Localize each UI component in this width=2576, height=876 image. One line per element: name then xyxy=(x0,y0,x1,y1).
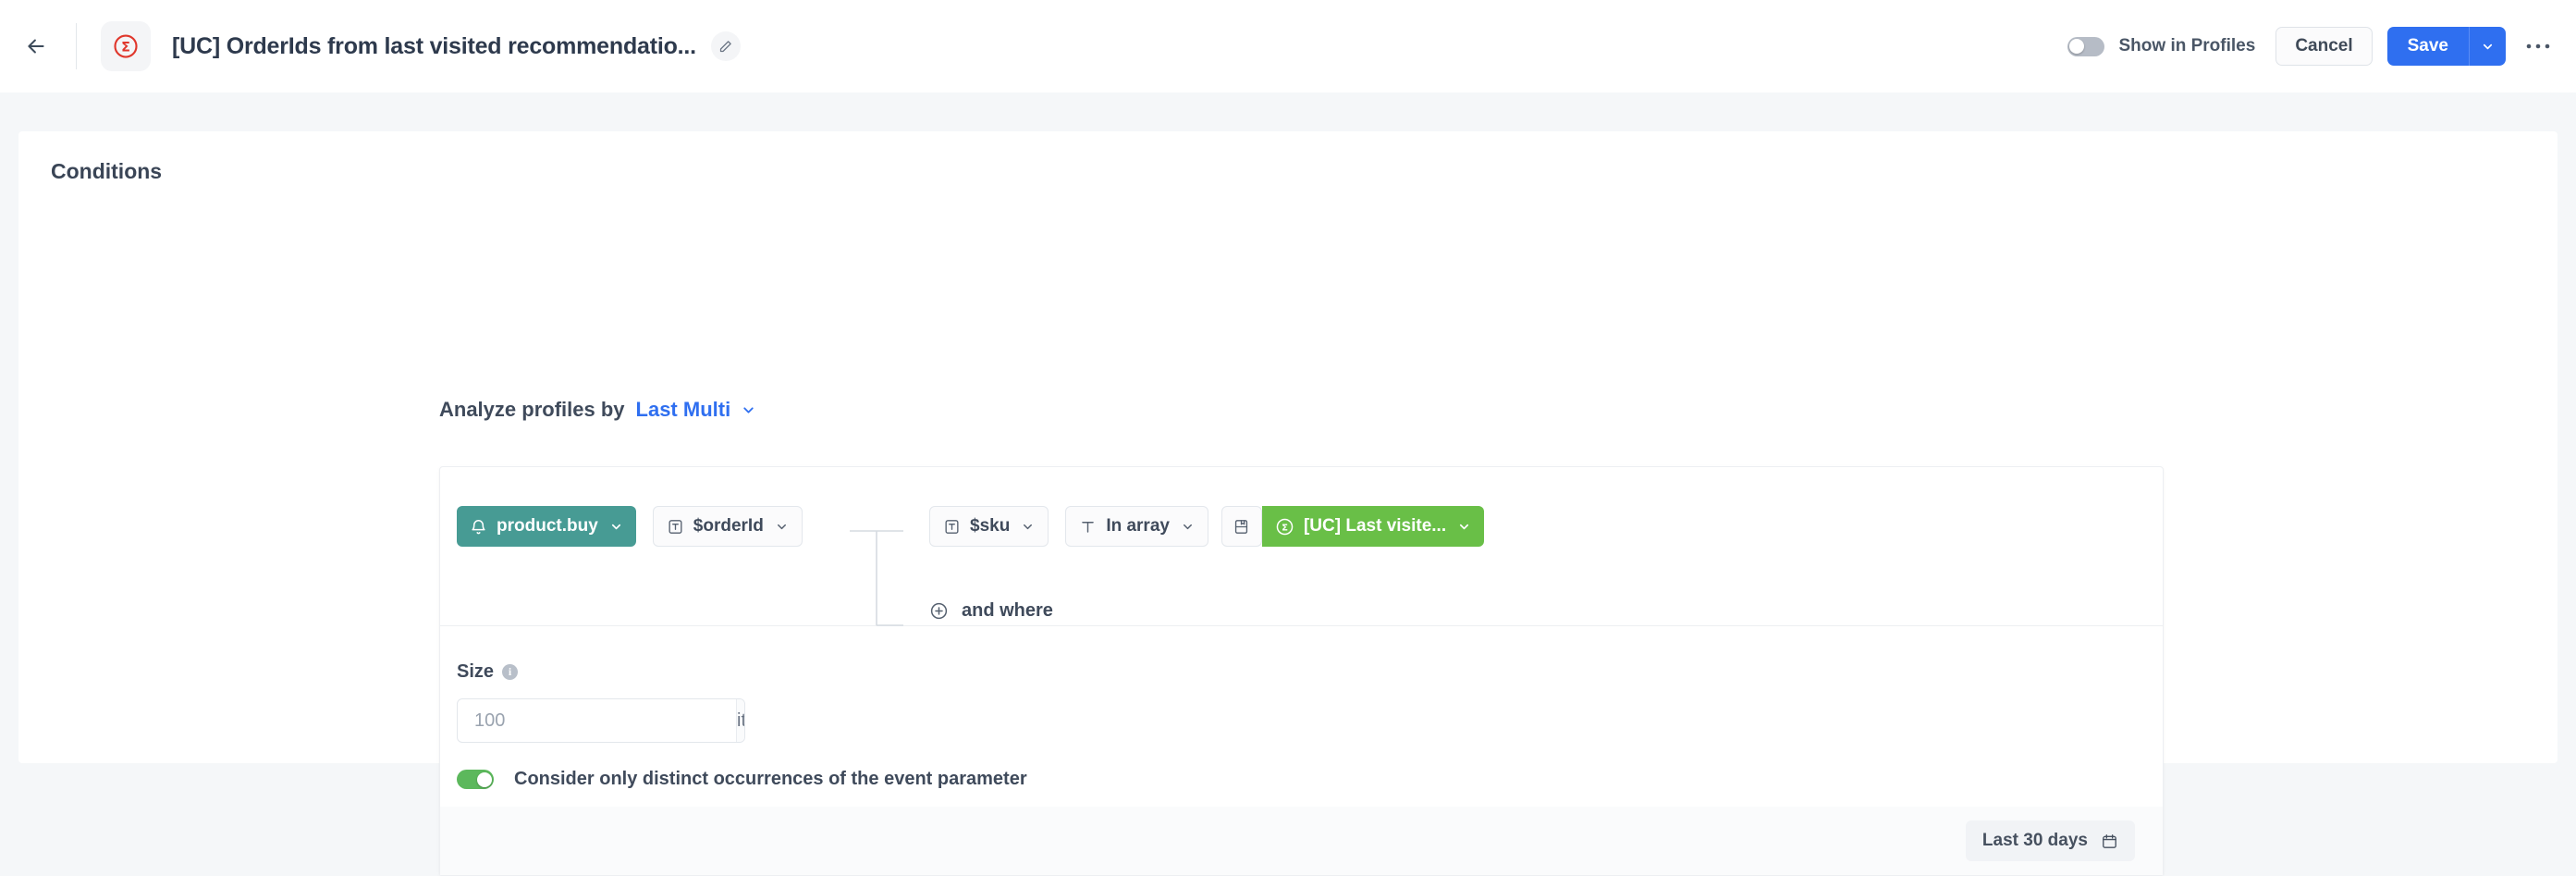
chevron-down-icon xyxy=(775,520,789,534)
info-icon[interactable]: i xyxy=(502,664,518,680)
event-condition-group: product.buy $orderId xyxy=(457,506,803,547)
condition-builder-panel: product.buy $orderId xyxy=(439,466,2164,876)
operator-chip[interactable]: In array xyxy=(1065,506,1208,547)
size-label-row: Size i xyxy=(457,661,2163,683)
property-chip[interactable]: $orderId xyxy=(653,506,803,547)
show-in-profiles-toggle[interactable] xyxy=(2067,37,2104,56)
ellipsis-icon xyxy=(2526,43,2550,50)
analyze-profiles-label: Analyze profiles by xyxy=(439,398,625,422)
event-chip-label: product.buy xyxy=(497,516,598,537)
cancel-button[interactable]: Cancel xyxy=(2275,27,2372,66)
arrow-left-icon xyxy=(24,34,48,58)
save-button[interactable]: Save xyxy=(2387,27,2469,66)
chevron-down-icon xyxy=(609,520,623,534)
size-unit-label: items xyxy=(736,699,745,742)
save-button-group: Save xyxy=(2387,27,2506,66)
text-type-icon xyxy=(667,518,684,536)
svg-text:Σ: Σ xyxy=(1282,523,1288,533)
filter-property-chip-label: $sku xyxy=(970,516,1010,537)
chevron-down-icon xyxy=(1181,520,1195,534)
value-chip-label: [UC] Last visite... xyxy=(1304,516,1446,537)
event-chip[interactable]: product.buy xyxy=(457,506,636,547)
text-type-icon xyxy=(943,518,961,536)
distinct-occurrences-row: Consider only distinct occurrences of th… xyxy=(457,769,2163,790)
filter-property-chip[interactable]: $sku xyxy=(929,506,1049,547)
operator-chip-label: In array xyxy=(1106,516,1170,537)
entity-type-icon-wrap: Σ xyxy=(101,21,151,71)
distinct-occurrences-label: Consider only distinct occurrences of th… xyxy=(514,769,1027,790)
add-condition-button[interactable]: and where xyxy=(929,600,1053,622)
svg-text:Σ: Σ xyxy=(121,41,130,56)
filter-condition-group: $sku In array xyxy=(929,506,1484,547)
size-label: Size xyxy=(457,661,494,683)
toggle-knob xyxy=(2069,39,2084,54)
value-chip[interactable]: Σ [UC] Last visite... xyxy=(1262,506,1484,547)
condition-bracket-connector xyxy=(850,523,916,634)
pencil-icon xyxy=(718,40,732,54)
book-icon xyxy=(1233,518,1250,536)
panel-footer: Last 30 days xyxy=(440,807,2163,875)
page-title: [UC] OrderIds from last visited recommen… xyxy=(172,33,696,60)
bell-icon xyxy=(470,518,487,536)
distinct-occurrences-toggle[interactable] xyxy=(457,770,494,789)
edit-title-button[interactable] xyxy=(711,31,741,61)
analyze-profiles-select[interactable]: Last Multi xyxy=(636,398,757,422)
condition-row-area: product.buy $orderId xyxy=(440,467,2163,625)
conditions-card: Conditions Analyze profiles by Last Mult… xyxy=(18,131,2558,763)
date-range-label: Last 30 days xyxy=(1982,831,2088,851)
header-actions: Show in Profiles Cancel Save xyxy=(2067,27,2576,66)
size-input[interactable] xyxy=(458,699,736,742)
chevron-down-icon xyxy=(741,402,756,418)
chevron-down-icon xyxy=(1021,520,1035,534)
show-in-profiles-label: Show in Profiles xyxy=(2119,36,2256,56)
sigma-circle-icon: Σ xyxy=(1275,517,1294,537)
date-range-button[interactable]: Last 30 days xyxy=(1966,820,2135,861)
property-chip-label: $orderId xyxy=(693,516,764,537)
value-source-button[interactable] xyxy=(1221,506,1262,547)
toggle-knob xyxy=(477,772,492,787)
text-type-icon xyxy=(1079,518,1097,536)
calendar-icon xyxy=(2101,833,2118,850)
chevron-down-icon xyxy=(2481,40,2495,54)
size-section: Size i items Consider only distinct occu… xyxy=(440,626,2163,790)
analyze-profiles-row: Analyze profiles by Last Multi xyxy=(439,398,756,422)
header-divider xyxy=(76,23,77,69)
add-condition-label: and where xyxy=(962,600,1053,622)
back-button[interactable] xyxy=(20,31,52,62)
analyze-profiles-value: Last Multi xyxy=(636,398,731,422)
more-options-button[interactable] xyxy=(2524,32,2552,60)
save-options-button[interactable] xyxy=(2469,27,2506,66)
chevron-down-icon xyxy=(1457,520,1471,534)
plus-circle-icon xyxy=(929,601,949,621)
top-bar: Σ [UC] OrderIds from last visited recomm… xyxy=(0,0,2576,93)
card-title: Conditions xyxy=(51,159,162,184)
size-input-group: items xyxy=(457,698,745,743)
sigma-circle-icon: Σ xyxy=(112,32,140,60)
